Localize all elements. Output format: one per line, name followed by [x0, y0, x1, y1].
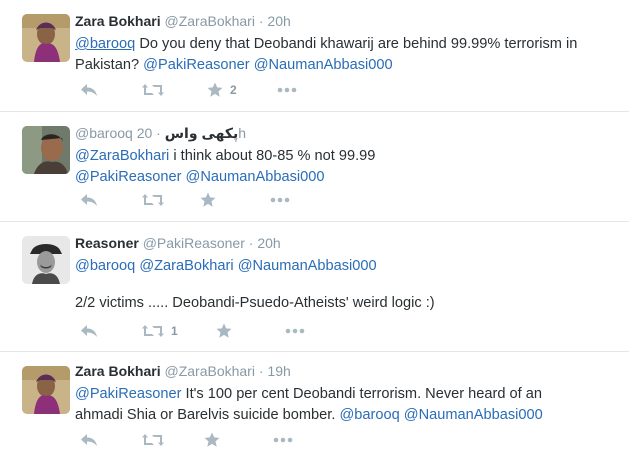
- tweet-header: @barooq پکھی واس · 20h: [75, 124, 621, 142]
- more-button[interactable]: [285, 328, 305, 334]
- tweet-actions: 1: [75, 321, 305, 341]
- tweet-text-segment: Do you deny that Deobandi khawarij are b…: [135, 36, 578, 52]
- more-icon: [277, 87, 296, 93]
- mention-link[interactable]: @ZaraBokhari: [75, 148, 169, 164]
- timestamp[interactable]: 19h: [267, 363, 290, 379]
- tweet-text-line: Pakistan? @PakiReasoner @NaumanAbbasi000: [75, 55, 621, 76]
- username[interactable]: @ZaraBokhari: [164, 13, 254, 29]
- mention-link[interactable]: @PakiReasoner: [75, 169, 181, 185]
- timestamp[interactable]: 20h: [267, 13, 290, 29]
- tweet[interactable]: Zara Bokhari @ZaraBokhari · 20h @barooq …: [0, 0, 629, 112]
- tweet-text-segment: ahmadi Shia or Barelvis suicide bomber.: [75, 406, 340, 423]
- timestamp[interactable]: 20h: [257, 235, 280, 251]
- more-button[interactable]: [270, 197, 290, 203]
- favorite-button[interactable]: [204, 432, 227, 448]
- mention-link[interactable]: @PakiReasoner: [143, 57, 249, 73]
- avatar[interactable]: [22, 14, 70, 62]
- more-icon: [285, 328, 304, 334]
- separator: ·: [248, 235, 254, 251]
- tweet-text: @barooq @ZaraBokhari @NaumanAbbasi000 2/…: [75, 256, 621, 313]
- avatar[interactable]: [22, 236, 70, 284]
- display-name[interactable]: Zara Bokhari: [75, 363, 161, 379]
- tweet-text-segment: It's 100 per cent Deobandi terrorism. Ne…: [181, 386, 543, 402]
- reply-button[interactable]: [80, 83, 98, 97]
- tweet-text: @ZaraBokhari i think about 80-85 % not 9…: [75, 146, 621, 187]
- mention-link[interactable]: @NaumanAbbasi000: [238, 258, 377, 274]
- star-icon: [216, 323, 232, 338]
- display-name[interactable]: پکھی واس: [165, 125, 239, 141]
- reply-icon: [81, 84, 97, 96]
- retweet-button[interactable]: [142, 193, 171, 207]
- mention-link[interactable]: @ZaraBokhari: [139, 258, 233, 274]
- reply-button[interactable]: [80, 433, 98, 447]
- retweet-button[interactable]: [142, 433, 171, 447]
- mention-link[interactable]: @NaumanAbbasi000: [254, 57, 393, 73]
- tweet-text-line: @PakiReasoner It's 100 per cent Deobandi…: [75, 384, 621, 405]
- more-button[interactable]: [273, 437, 293, 443]
- mention-link[interactable]: @PakiReasoner: [75, 386, 181, 402]
- username[interactable]: @ZaraBokhari: [164, 363, 254, 379]
- more-icon: [270, 197, 290, 203]
- tweet-actions: [75, 190, 290, 210]
- tweet[interactable]: Zara Bokhari @ZaraBokhari · 19h @PakiRea…: [0, 352, 629, 452]
- mention-link[interactable]: @barooq: [339, 407, 399, 423]
- tweet[interactable]: @barooq پکھی واس · 20h @ZaraBokhari i th…: [0, 112, 629, 222]
- reply-button[interactable]: [80, 324, 98, 338]
- tweet[interactable]: Reasoner @PakiReasoner · 20h @barooq @Za…: [0, 222, 629, 352]
- reply-icon: [81, 434, 97, 446]
- star-icon: [200, 192, 216, 207]
- retweet-icon: [142, 325, 164, 337]
- retweet-icon: [142, 84, 164, 96]
- retweet-button[interactable]: 1: [142, 324, 178, 338]
- mention-link[interactable]: @NaumanAbbasi000: [186, 169, 325, 185]
- reply-icon: [81, 194, 97, 206]
- favorite-button[interactable]: [200, 192, 223, 208]
- display-name[interactable]: Reasoner: [75, 235, 139, 251]
- favorite-button[interactable]: [216, 323, 239, 339]
- retweet-icon: [142, 434, 164, 446]
- separator: ·: [258, 363, 264, 379]
- separator: ·: [258, 13, 264, 29]
- tweet-header: Zara Bokhari @ZaraBokhari · 19h: [75, 362, 621, 380]
- more-icon: [273, 437, 293, 443]
- tweet-text-line: ahmadi Shia or Barelvis suicide bomber. …: [75, 405, 621, 426]
- star-icon: [204, 432, 220, 447]
- tweet-text-segment: i think about 80-85 % not 99.99: [169, 148, 376, 164]
- separator: ·: [156, 125, 161, 141]
- tweet-header: Zara Bokhari @ZaraBokhari · 20h: [75, 12, 621, 30]
- username[interactable]: @PakiReasoner: [143, 235, 245, 251]
- tweet-text-line: @PakiReasoner @NaumanAbbasi000: [75, 167, 621, 188]
- tweet-text-line: @ZaraBokhari i think about 80-85 % not 9…: [75, 146, 621, 167]
- tweet-text-segment: Pakistan?: [75, 56, 144, 73]
- mention-link[interactable]: @barooq: [75, 258, 135, 274]
- tweet-actions: 2: [75, 80, 297, 100]
- avatar[interactable]: [22, 126, 70, 174]
- mention-link[interactable]: @barooq: [75, 36, 135, 52]
- reply-button[interactable]: [80, 193, 98, 207]
- display-name[interactable]: Zara Bokhari: [75, 13, 161, 29]
- tweet-text-line: @barooq @ZaraBokhari @NaumanAbbasi000: [75, 256, 621, 277]
- tweet-text: @barooq Do you deny that Deobandi khawar…: [75, 34, 621, 75]
- mention-link[interactable]: @NaumanAbbasi000: [404, 407, 543, 423]
- username[interactable]: @barooq: [75, 125, 133, 141]
- favorite-count: 2: [230, 83, 237, 97]
- retweet-button[interactable]: [142, 83, 171, 97]
- tweet-actions: [75, 430, 293, 450]
- tweet-text: @PakiReasoner It's 100 per cent Deobandi…: [75, 384, 621, 425]
- reply-icon: [81, 325, 97, 337]
- favorite-button[interactable]: 2: [207, 82, 237, 98]
- tweet-header: Reasoner @PakiReasoner · 20h: [75, 234, 621, 252]
- tweet-text-line: 2/2 victims ..... Deobandi-Psuedo-Atheis…: [75, 294, 435, 311]
- tweet-text-line: @barooq Do you deny that Deobandi khawar…: [75, 34, 621, 55]
- star-icon: [207, 82, 223, 97]
- more-button[interactable]: [277, 87, 297, 93]
- retweet-count: 1: [171, 324, 178, 338]
- retweet-icon: [142, 194, 164, 206]
- avatar[interactable]: [22, 366, 70, 414]
